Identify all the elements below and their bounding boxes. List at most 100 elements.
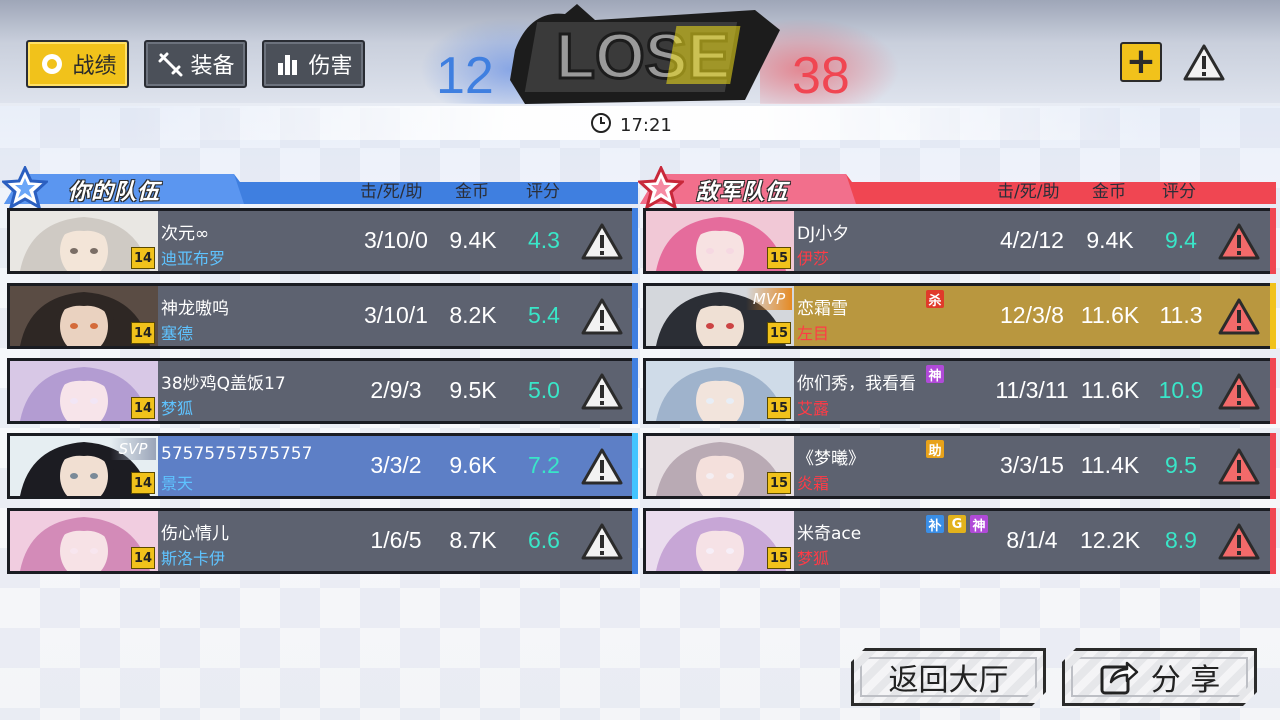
kda-value: 12/3/8 [1000, 302, 1064, 328]
rating-value: 9.5 [1165, 452, 1197, 478]
sword-icon [156, 50, 184, 78]
level-badge: 14 [131, 547, 155, 569]
title-badge: 神 [926, 365, 944, 384]
team-color-edge [1270, 358, 1276, 424]
player-name: 次元∞ [161, 224, 210, 244]
tab-equipment[interactable]: 装备 [144, 40, 247, 88]
our-team-title: 你的队伍 [68, 180, 161, 205]
hero-name: 塞德 [161, 324, 194, 343]
team-color-edge [632, 433, 638, 499]
return-lobby-button[interactable]: 返回大厅 [851, 648, 1046, 706]
kda-value: 2/9/3 [370, 377, 422, 403]
clock-icon [590, 112, 612, 139]
level-badge: 15 [767, 247, 791, 269]
our-team-row[interactable]: 14 38炒鸡Q盖饭17 梦狐 2/9/3 9.5K 5.0 [7, 358, 638, 424]
hero-name: 迪亚布罗 [161, 249, 226, 268]
star-icon [2, 166, 48, 210]
player-name: 米奇ace [797, 524, 862, 544]
our-gold-header: 金币 [455, 182, 489, 202]
report-icon[interactable] [1182, 42, 1226, 82]
our-score: 12 [436, 47, 494, 105]
rating-value: 4.3 [528, 227, 560, 253]
rating-value: 8.9 [1165, 527, 1197, 553]
report-icon[interactable] [1217, 446, 1261, 486]
kda-value: 3/3/2 [370, 452, 422, 478]
bar-chart-icon [274, 50, 302, 78]
match-time-value: 17:21 [620, 115, 672, 136]
share-button[interactable]: 分 享 [1062, 648, 1257, 706]
our-team-row[interactable]: SVP 14 57575757575757 景天 3/3/2 9.6K 7.2 [7, 433, 638, 499]
hero-name: 梦狐 [797, 549, 830, 568]
report-icon[interactable] [580, 296, 624, 336]
rating-value: 9.4 [1165, 227, 1197, 253]
gold-value: 11.6K [1080, 377, 1140, 403]
gold-value: 8.7K [449, 527, 497, 553]
gold-value: 12.2K [1079, 527, 1141, 553]
our-team-row[interactable]: 14 伤心情儿 斯洛卡伊 1/6/5 8.7K 6.6 [7, 508, 638, 574]
our-rating-header: 评分 [526, 182, 560, 202]
plus-icon: + [1125, 41, 1157, 82]
title-badges: 神 [926, 365, 944, 384]
level-badge: 15 [767, 472, 791, 494]
report-icon[interactable] [580, 221, 624, 261]
rating-value: 6.6 [528, 527, 560, 553]
tab-record[interactable]: 战绩 [26, 40, 129, 88]
rating-value: 5.0 [528, 377, 560, 403]
report-icon[interactable] [580, 446, 624, 486]
level-badge: 14 [131, 247, 155, 269]
gold-value: 9.5K [449, 377, 497, 403]
report-icon[interactable] [580, 521, 624, 561]
share-icon [1099, 658, 1139, 696]
tab-damage-label: 伤害 [308, 54, 353, 79]
star-icon [638, 166, 684, 210]
our-team-row[interactable]: 14 次元∞ 迪亚布罗 3/10/0 9.4K 4.3 [7, 208, 638, 274]
share-label: 分 享 [1150, 663, 1221, 698]
hero-name: 景天 [161, 474, 194, 493]
enemy-team-row[interactable]: 15 《梦曦》炎霜 助 3/3/15 11.4K 9.5 [643, 433, 1276, 499]
player-name: 38炒鸡Q盖饭17 [161, 374, 286, 394]
rating-value: 11.3 [1159, 302, 1203, 328]
gold-value: 11.6K [1080, 302, 1140, 328]
gold-value: 11.4K [1080, 452, 1140, 478]
gold-value: 9.4K [1086, 227, 1134, 253]
enemy-team-row[interactable]: MVP 15 恋霜雪 左目 杀 12/3/8 11.6K 11.3 [643, 283, 1276, 349]
title-badge: 助 [926, 440, 944, 459]
team-color-edge [1270, 208, 1276, 274]
hero-name: 伊莎 [797, 249, 830, 268]
hero-name: 炎霜 [797, 474, 830, 493]
tab-damage[interactable]: 伤害 [262, 40, 365, 88]
enemy-rating-header: 评分 [1162, 182, 1196, 202]
enemy-team-title: 敌军队伍 [696, 180, 789, 205]
player-name: 神龙嗷呜 [161, 299, 229, 319]
level-badge: 14 [131, 397, 155, 419]
our-team-row[interactable]: 14 神龙嗷呜 塞德 3/10/1 8.2K 5.4 [7, 283, 638, 349]
enemy-team-row[interactable]: 15 DJ小夕 伊莎 4/2/12 9.4K 9.4 [643, 208, 1276, 274]
title-badges: 补G神 [926, 515, 988, 534]
level-badge: 15 [767, 322, 791, 344]
report-icon[interactable] [580, 371, 624, 411]
report-icon[interactable] [1217, 221, 1261, 261]
enemy-team-row[interactable]: 15 你们秀，我看看 艾露 神 11/3/11 11.6K 10.9 [643, 358, 1276, 424]
kda-value: 1/6/5 [370, 527, 422, 553]
our-kda-header: 击/死/助 [360, 182, 423, 202]
report-icon[interactable] [1217, 296, 1261, 336]
player-name: 《梦曦》 [797, 449, 865, 469]
add-friend-button[interactable]: + [1120, 42, 1162, 82]
enemy-kda-header: 击/死/助 [997, 182, 1060, 202]
report-icon[interactable] [1217, 371, 1261, 411]
team-color-edge [632, 508, 638, 574]
enemy-team-row[interactable]: 15 米奇ace 梦狐 补 G 神 8/1/4 12.2K 8.9 [643, 508, 1276, 574]
level-badge: 14 [131, 322, 155, 344]
player-name: 57575757575757 [161, 444, 313, 464]
level-badge: 15 [767, 547, 791, 569]
rating-value: 5.4 [528, 302, 560, 328]
level-badge: 14 [131, 472, 155, 494]
kda-value: 3/3/15 [1000, 452, 1064, 478]
return-lobby-label: 返回大厅 [888, 663, 1009, 698]
player-name: DJ小夕 [797, 224, 850, 244]
kda-value: 11/3/11 [995, 377, 1069, 403]
team-color-edge [1270, 508, 1276, 574]
report-icon[interactable] [1217, 521, 1261, 561]
hero-name: 艾露 [797, 399, 830, 418]
gold-value: 9.4K [449, 227, 497, 253]
